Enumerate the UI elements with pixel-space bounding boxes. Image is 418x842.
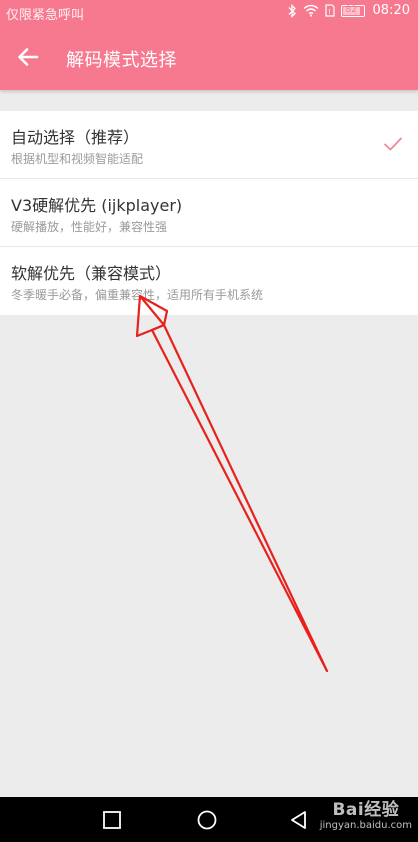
status-icons: ! 82 08:20 (287, 3, 410, 18)
circle-icon[interactable] (196, 809, 218, 831)
sim-icon: ! (324, 4, 335, 17)
watermark-logo: Bai经验 (332, 800, 400, 820)
battery-icon: 82 (340, 4, 365, 17)
option-description: 根据机型和视频智能适配 (11, 152, 144, 166)
battery-level: 82 (345, 4, 357, 15)
svg-text:!: ! (328, 8, 331, 16)
status-time: 08:20 (372, 3, 410, 18)
watermark: Bai经验 jingyan.baidu.com (320, 801, 412, 831)
option-title: 软解优先（兼容模式） (11, 264, 172, 283)
watermark-url: jingyan.baidu.com (319, 819, 412, 831)
square-icon[interactable] (102, 810, 122, 830)
bluetooth-icon (288, 3, 296, 18)
page-title: 解码模式选择 (66, 50, 177, 71)
option-description: 硬解播放，性能好，兼容性强 (11, 220, 168, 234)
status-bar: 仅限紧急呼叫 ! 82 08:20 (0, 0, 418, 24)
triangle-back-icon[interactable] (288, 809, 310, 831)
option-description: 冬季暖手必备，偏重兼容性，适用所有手机系统 (11, 288, 264, 302)
system-nav-bar: Bai经验 jingyan.baidu.com (0, 797, 418, 842)
app-bar: 解码模式选择 (0, 24, 418, 90)
check-icon (384, 137, 402, 151)
wifi-icon (303, 4, 318, 17)
option-title: 自动选择（推荐） (11, 128, 140, 147)
option-hardware-decode[interactable]: V3硬解优先 (ijkplayer) 硬解播放，性能好，兼容性强 (0, 179, 418, 247)
option-software-decode[interactable]: 软解优先（兼容模式） 冬季暖手必备，偏重兼容性，适用所有手机系统 (0, 247, 418, 315)
arrow-left-icon[interactable] (14, 43, 42, 71)
carrier-text: 仅限紧急呼叫 (6, 8, 85, 23)
option-auto-select[interactable]: 自动选择（推荐） 根据机型和视频智能适配 (0, 111, 418, 179)
option-title: V3硬解优先 (ijkplayer) (11, 196, 183, 215)
decoder-option-list: 自动选择（推荐） 根据机型和视频智能适配 V3硬解优先 (ijkplayer) … (0, 111, 418, 315)
